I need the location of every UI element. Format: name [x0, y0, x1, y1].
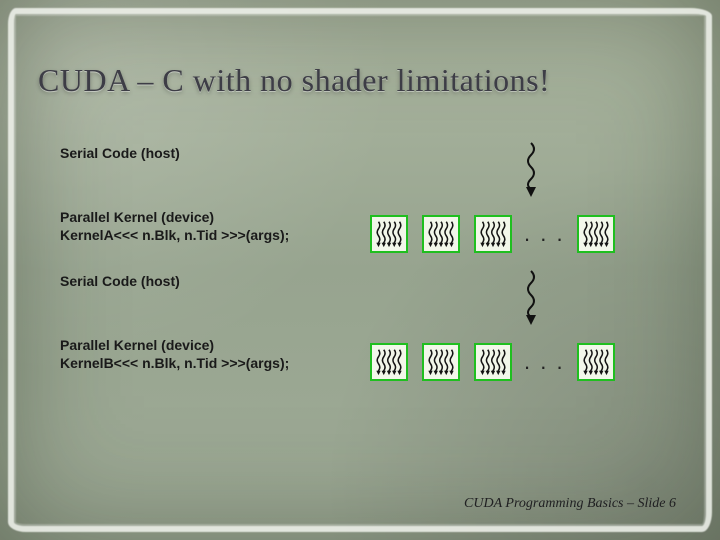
serial-label-text: Serial Code (host) — [60, 145, 180, 161]
slide: CUDA – C with no shader limitations! Ser… — [0, 0, 720, 540]
thread-block — [474, 215, 512, 253]
row-kernel-b: Parallel Kernel (device) KernelB<<< n.Bl… — [60, 337, 680, 401]
kernel-a-label: Parallel Kernel (device) KernelA<<< n.Bl… — [60, 209, 360, 244]
footer-text: CUDA Programming Basics – Slide 6 — [464, 496, 676, 512]
threads-icon — [479, 220, 507, 248]
squiggle-arrow-icon — [520, 141, 542, 199]
row-serial-2: Serial Code (host) — [60, 273, 680, 337]
thread-block — [422, 343, 460, 381]
threads-icon — [427, 220, 455, 248]
content-area: Serial Code (host) Parallel Kernel (devi… — [60, 145, 680, 401]
kernel-a-code: KernelA<<< n.Blk, n.Tid >>>(args); — [60, 227, 360, 245]
threads-icon — [582, 348, 610, 376]
threads-icon — [427, 348, 455, 376]
threads-icon — [582, 220, 610, 248]
serial-label: Serial Code (host) — [60, 273, 360, 291]
kernel-b-label: Parallel Kernel (device) KernelB<<< n.Bl… — [60, 337, 360, 372]
thread-block — [370, 343, 408, 381]
thread-block — [422, 215, 460, 253]
slide-title: CUDA – C with no shader limitations! — [38, 62, 550, 99]
thread-block — [370, 215, 408, 253]
threads-icon — [375, 348, 403, 376]
kernel-b-code: KernelB<<< n.Blk, n.Tid >>>(args); — [60, 355, 360, 373]
thread-block — [474, 343, 512, 381]
row-kernel-a: Parallel Kernel (device) KernelA<<< n.Bl… — [60, 209, 680, 273]
threads-icon — [375, 220, 403, 248]
squiggle-arrow-icon — [520, 269, 542, 327]
kernel-b-blocks: . . . — [370, 343, 615, 381]
thread-block — [577, 215, 615, 253]
ellipsis: . . . — [524, 221, 565, 247]
kernel-a-blocks: . . . — [370, 215, 615, 253]
kernel-b-title: Parallel Kernel (device) — [60, 337, 360, 355]
serial-label: Serial Code (host) — [60, 145, 360, 163]
serial-label-text: Serial Code (host) — [60, 273, 180, 289]
thread-block — [577, 343, 615, 381]
ellipsis: . . . — [524, 349, 565, 375]
row-serial-1: Serial Code (host) — [60, 145, 680, 209]
kernel-a-title: Parallel Kernel (device) — [60, 209, 360, 227]
threads-icon — [479, 348, 507, 376]
